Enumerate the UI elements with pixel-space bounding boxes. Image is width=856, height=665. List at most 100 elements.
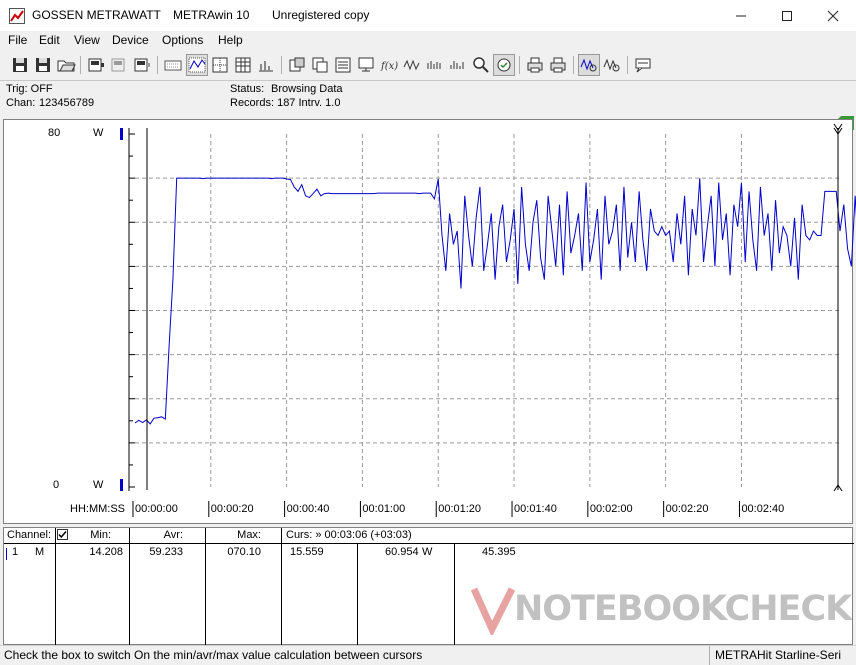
- metrawin-app-icon[interactable]: [9, 8, 25, 24]
- column-channel: Channel: 1 M: [4, 528, 56, 646]
- toolbar-separator: [80, 56, 81, 74]
- graph-view-icon: [188, 57, 206, 73]
- device-read-button[interactable]: [86, 55, 106, 75]
- graph-view-button[interactable]: [186, 54, 208, 76]
- copy-button[interactable]: [310, 55, 330, 75]
- menu-bar: File Edit View Device Options Help: [0, 31, 856, 51]
- auto-scale-button[interactable]: [493, 54, 515, 76]
- zoom-button[interactable]: [471, 55, 491, 75]
- header-channel: Channel:: [7, 529, 52, 541]
- cursor2-value: 60.954: [385, 546, 419, 558]
- signal-c-button[interactable]: [448, 55, 468, 75]
- channel-label: Chan:: [6, 97, 36, 109]
- status-hint: Check the box to switch On the min/avr/m…: [4, 648, 423, 662]
- cursor-delta-value: 45.395: [482, 546, 516, 558]
- monitor-icon: [358, 57, 374, 72]
- window-title-app: METRAwin 10: [173, 8, 250, 22]
- toolbar-separator: [573, 56, 574, 74]
- window-title-license: Unregistered copy: [272, 8, 370, 22]
- measure-wave-button[interactable]: [602, 55, 622, 75]
- trigger-status: Trig: OFF: [6, 83, 53, 95]
- time-axis-label: HH:MM:SS: [70, 503, 125, 515]
- toolbar-separator: [627, 56, 628, 74]
- toolbar: f(x): [0, 51, 856, 130]
- menu-view[interactable]: View: [74, 33, 100, 47]
- notebookcheck-logo-icon: [470, 587, 516, 635]
- device-stop-button[interactable]: [109, 55, 129, 75]
- signal-b-button[interactable]: [425, 55, 445, 75]
- menu-file[interactable]: File: [8, 33, 27, 47]
- channel-number: 1: [12, 546, 19, 558]
- export-button[interactable]: [287, 55, 307, 75]
- table-view-icon: [235, 57, 251, 73]
- list-button[interactable]: [333, 55, 353, 75]
- checkmark-icon: [58, 531, 67, 539]
- signal-a-button[interactable]: [402, 55, 422, 75]
- y-axis-unit-bottom: W: [93, 479, 104, 491]
- grid-view-icon: [212, 57, 228, 73]
- zoom-wave-icon: [580, 58, 597, 72]
- comment-button[interactable]: [633, 55, 653, 75]
- max-value: 070.10: [227, 546, 261, 558]
- menu-edit[interactable]: Edit: [39, 33, 60, 47]
- menu-device[interactable]: Device: [112, 33, 149, 47]
- histogram-view-button[interactable]: [256, 55, 276, 75]
- measure-wave-icon: [603, 58, 620, 72]
- function-button[interactable]: f(x): [379, 55, 399, 75]
- auto-scale-icon: [497, 58, 511, 72]
- printer-icon: [527, 57, 543, 73]
- status-label: Status:: [230, 83, 265, 95]
- monitor-button[interactable]: [356, 55, 376, 75]
- column-min: Min: 14.208: [56, 528, 130, 646]
- minimize-button[interactable]: [718, 0, 764, 31]
- maximize-button[interactable]: [764, 0, 810, 31]
- cursor1-value: 15.559: [290, 546, 324, 558]
- grid-view-button[interactable]: [210, 55, 230, 75]
- device-stop-icon: [111, 58, 125, 72]
- header-max: Max:: [237, 529, 261, 541]
- avr-value: 59.233: [149, 546, 183, 558]
- open-folder-button[interactable]: [56, 55, 76, 75]
- save-file-button[interactable]: [33, 55, 53, 75]
- y-axis-min-label: 0: [53, 479, 60, 491]
- copy-icon: [312, 57, 328, 73]
- open-file-button[interactable]: [10, 55, 30, 75]
- print-button[interactable]: [525, 55, 545, 75]
- window-title-brand: GOSSEN METRAWATT: [32, 8, 161, 22]
- channel-mode: M: [35, 546, 45, 558]
- status-bar: Check the box to switch On the min/avr/m…: [0, 645, 856, 665]
- device-config-button[interactable]: [132, 55, 152, 75]
- magnifier-icon: [473, 57, 489, 73]
- device-read-icon: [88, 58, 104, 72]
- print-preview-button[interactable]: [548, 55, 568, 75]
- zoom-wave-button[interactable]: [578, 54, 600, 76]
- menu-options[interactable]: Options: [162, 33, 203, 47]
- column-avr: Avr: 59.233: [130, 528, 206, 646]
- maximize-icon: [782, 11, 792, 22]
- cursor-unit: W: [422, 546, 433, 558]
- table-view-button[interactable]: [233, 55, 253, 75]
- toolbar-separator: [157, 56, 158, 74]
- signal-bars-icon: [450, 61, 464, 69]
- status-divider: [709, 646, 710, 665]
- status-value: Browsing Data: [271, 83, 343, 95]
- column-max: Max: 070.10: [206, 528, 282, 646]
- channel-value: 123456789: [39, 97, 95, 109]
- records-info: Records: 187 Intrv. 1.0: [230, 97, 341, 109]
- svg-text:f(x): f(x): [380, 61, 398, 72]
- close-icon: [827, 10, 839, 22]
- close-button[interactable]: [810, 0, 856, 31]
- export-icon: [289, 57, 305, 72]
- minmax-checkbox[interactable]: [57, 529, 68, 540]
- min-value: 14.208: [89, 546, 123, 558]
- toolbar-separator: [519, 56, 520, 74]
- keyboard-icon: [164, 60, 182, 71]
- title-bar: GOSSEN METRAWATT METRAwin 10 Unregistere…: [0, 0, 856, 31]
- menu-help[interactable]: Help: [218, 33, 243, 47]
- channel-color-marker: [6, 548, 7, 560]
- header-avr: Avr:: [163, 529, 183, 541]
- keyboard-button[interactable]: [163, 55, 183, 75]
- list-icon: [335, 57, 351, 73]
- plot-frame[interactable]: 80 W 0 W HH:MM:SS: [3, 119, 853, 524]
- y-axis-unit-top: W: [93, 127, 104, 139]
